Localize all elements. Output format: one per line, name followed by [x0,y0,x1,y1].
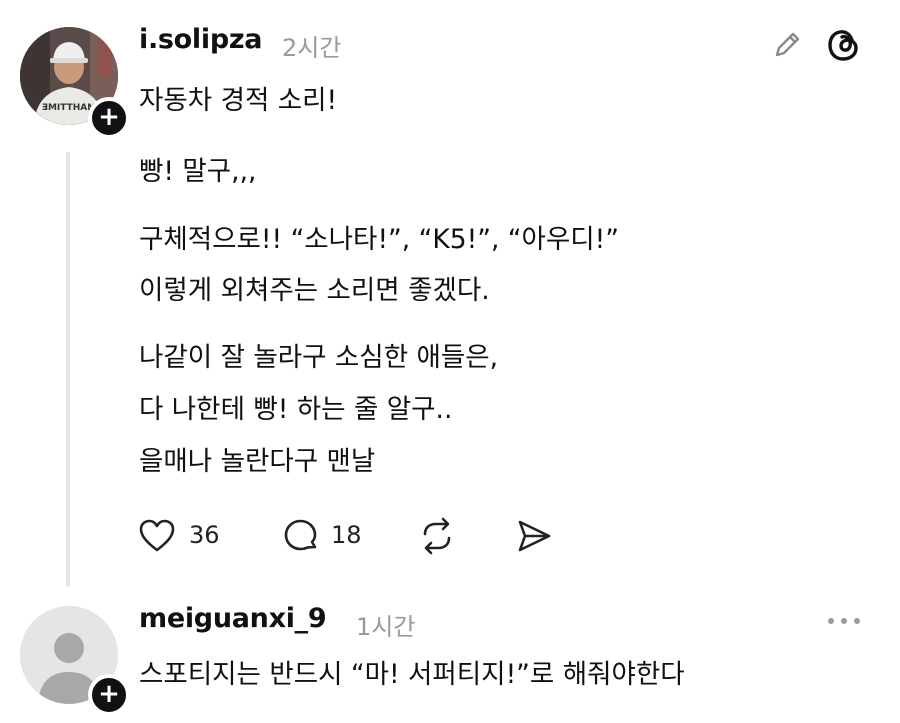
more-dots-icon[interactable] [824,607,864,635]
reply-timestamp: 1시간 [356,613,416,641]
post-text-line: 다 나한테 빵! 하는 줄 알구.. [139,394,453,425]
follow-plus-icon[interactable]: + [88,97,130,139]
comment-button[interactable] [280,515,322,557]
post-text-line: 구체적으로!! “소나타!”, “K5!”, “아우디!” [139,224,620,255]
heart-icon [139,519,175,552]
like-button[interactable] [136,515,178,557]
comment-bubble-icon [284,519,317,551]
post-text-line: 을매나 놀란다구 맨날 [139,446,376,477]
pencil-icon[interactable] [770,26,806,62]
post-text-line: 빵! 말구,,, [139,156,257,187]
follow-plus-icon[interactable]: + [88,674,130,716]
send-icon [518,520,551,552]
post-username[interactable]: i.solipza [139,24,263,55]
reply-text: 스포티지는 반드시 “마! 서퍼티지!”로 해줘야한다 [139,659,685,690]
reply-username[interactable]: meiguanxi_9 [139,603,327,634]
post-text-line: 나같이 잘 놀라구 소심한 애들은, [139,342,499,373]
threads-logo-icon[interactable] [824,25,864,65]
repost-button[interactable] [416,515,458,557]
like-count: 36 [189,521,220,549]
repost-icon [423,517,451,555]
share-button[interactable] [513,515,555,557]
post-timestamp: 2시간 [282,34,342,62]
comment-count: 18 [331,521,362,549]
thread-line [66,152,70,587]
post-text-line: 이렇게 외쳐주는 소리면 좋겠다. [139,275,490,306]
post-text-line: 자동차 경적 소리! [139,85,338,116]
